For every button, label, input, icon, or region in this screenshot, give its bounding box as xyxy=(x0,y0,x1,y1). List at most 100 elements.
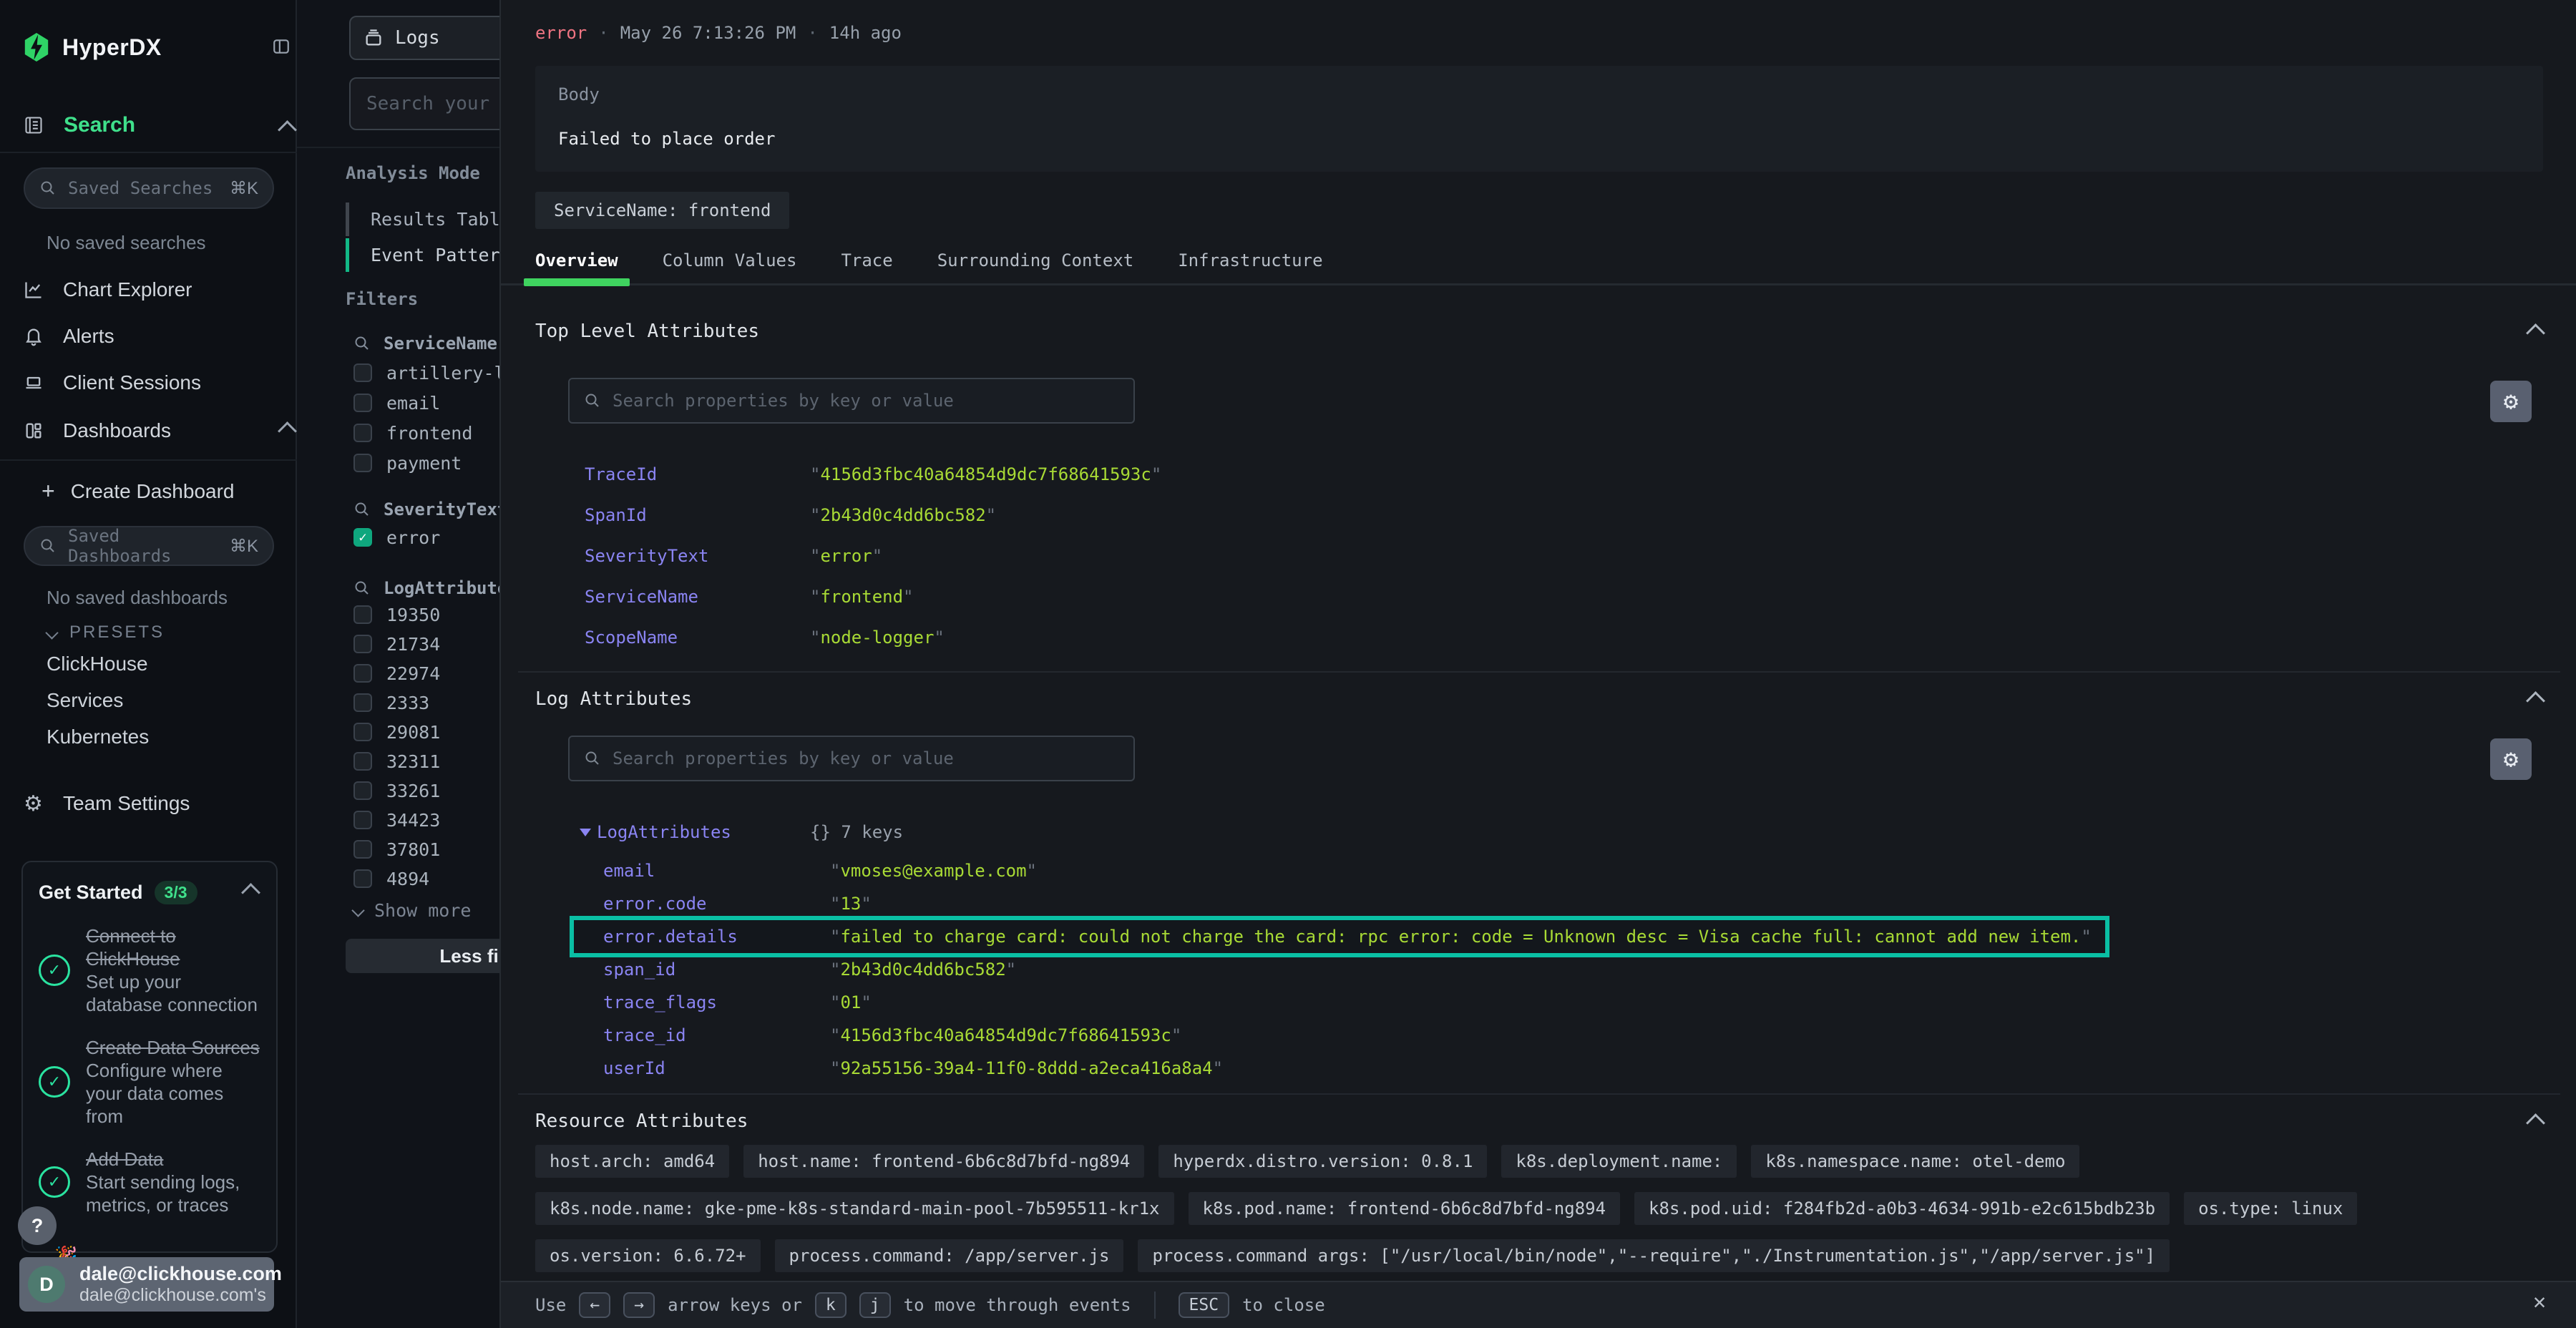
checkbox[interactable] xyxy=(353,811,372,829)
checkbox[interactable] xyxy=(353,528,372,547)
attribute-key[interactable]: ServiceName xyxy=(585,587,810,607)
attribute-key[interactable]: SpanId xyxy=(585,505,810,525)
checkbox[interactable] xyxy=(353,693,372,712)
event-search-input[interactable]: Search your ev xyxy=(349,77,499,130)
checkbox[interactable] xyxy=(353,363,372,382)
attribute-key[interactable]: userId xyxy=(603,1058,830,1078)
sidebar-item-alerts[interactable]: Alerts xyxy=(0,321,297,351)
log-attributes-root-row[interactable]: LogAttributes {} 7 keys xyxy=(580,821,731,843)
get-started-item[interactable]: ✓ Create Data Sources Configure where yo… xyxy=(39,1036,262,1128)
filter-option[interactable]: error xyxy=(353,527,440,548)
settings-gear-button[interactable]: ⚙ xyxy=(2490,738,2532,780)
tab[interactable]: Column Values xyxy=(663,250,797,283)
get-started-item[interactable]: ✓ Add Data Start sending logs, metrics, … xyxy=(39,1148,262,1216)
filter-option[interactable]: 4894 xyxy=(353,868,440,889)
checkbox[interactable] xyxy=(353,394,372,412)
analysis-mode-option[interactable]: Results Table xyxy=(346,202,499,236)
preset-item[interactable]: Kubernetes xyxy=(47,726,149,748)
analysis-mode-option[interactable]: Event Patterns xyxy=(346,238,499,272)
checkbox[interactable] xyxy=(353,869,372,888)
less-filters-button[interactable]: Less filters xyxy=(346,939,499,973)
filter-group-servicename[interactable]: ServiceName xyxy=(353,333,497,353)
show-more-button[interactable]: Show more xyxy=(353,900,471,921)
attribute-value[interactable]: error xyxy=(810,546,882,566)
checkbox[interactable] xyxy=(353,605,372,624)
close-icon[interactable]: ✕ xyxy=(2533,1289,2546,1314)
checkbox[interactable] xyxy=(353,454,372,472)
checkbox[interactable] xyxy=(353,752,372,771)
attribute-key[interactable]: SeverityText xyxy=(585,546,810,566)
filter-option[interactable]: 21734 xyxy=(353,633,440,655)
attribute-value[interactable]: 2b43d0c4dd6bc582 xyxy=(810,505,996,525)
sidebar-collapse-icon[interactable] xyxy=(272,37,291,56)
preset-item[interactable]: ClickHouse xyxy=(47,653,149,675)
attribute-key[interactable]: ScopeName xyxy=(585,628,810,648)
filter-option[interactable]: 29081 xyxy=(353,721,440,743)
create-dashboard-button[interactable]: + Create Dashboard xyxy=(42,478,235,504)
saved-searches-input[interactable]: Saved Searches ⌘K xyxy=(24,167,274,209)
filter-option[interactable]: 19350 xyxy=(353,604,440,625)
section-collapse-chevron-icon[interactable] xyxy=(2526,691,2545,711)
get-started-collapse-chevron-icon[interactable] xyxy=(241,883,260,902)
checkbox[interactable] xyxy=(353,723,372,741)
preset-item[interactable]: Services xyxy=(47,689,149,712)
attribute-value[interactable]: 01 xyxy=(830,992,872,1012)
filter-option[interactable]: 33261 xyxy=(353,780,440,801)
attribute-key[interactable]: error.code xyxy=(603,894,830,914)
attribute-key[interactable]: trace_id xyxy=(603,1025,830,1045)
sidebar-item-team-settings[interactable]: ⚙ Team Settings xyxy=(0,788,297,819)
attribute-value[interactable]: frontend xyxy=(810,587,914,607)
filter-option[interactable]: email xyxy=(353,392,499,414)
attribute-key[interactable]: trace_flags xyxy=(603,992,830,1012)
filter-group-severitytext[interactable]: SeverityText xyxy=(353,499,499,519)
checkbox[interactable] xyxy=(353,635,372,653)
sidebar-item-client-sessions[interactable]: Client Sessions xyxy=(0,368,297,398)
tab[interactable]: Overview xyxy=(535,250,618,283)
checkbox[interactable] xyxy=(353,424,372,442)
get-started-item[interactable]: ✓ Connect to ClickHouse Set up your data… xyxy=(39,924,262,1016)
tab[interactable]: Trace xyxy=(841,250,892,283)
search-collapse-chevron-icon[interactable] xyxy=(278,120,297,140)
saved-dashboards-input[interactable]: Saved Dashboards ⌘K xyxy=(24,526,274,566)
attribute-value[interactable]: node-logger xyxy=(810,628,945,648)
attribute-value[interactable]: vmoses@example.com xyxy=(830,861,1037,881)
log-attributes-search-input[interactable]: Search properties by key or value xyxy=(568,736,1135,781)
sidebar-item-chart-explorer[interactable]: Chart Explorer xyxy=(0,275,297,305)
settings-gear-button[interactable]: ⚙ xyxy=(2490,381,2532,422)
help-button[interactable]: ? xyxy=(18,1206,57,1245)
service-name-tag[interactable]: ServiceName: frontend xyxy=(535,192,789,229)
attribute-value[interactable]: failed to charge card: could not charge … xyxy=(830,927,2092,947)
attribute-key[interactable]: error.details xyxy=(603,927,830,947)
filter-option[interactable]: 2333 xyxy=(353,692,440,713)
tab[interactable]: Surrounding Context xyxy=(937,250,1134,283)
top-level-search-input[interactable]: Search properties by key or value xyxy=(568,378,1135,424)
filter-option[interactable]: 32311 xyxy=(353,751,440,772)
attribute-key[interactable]: TraceId xyxy=(585,464,810,484)
filter-option[interactable]: 34423 xyxy=(353,809,440,831)
attribute-value[interactable]: 13 xyxy=(830,894,872,914)
checkbox[interactable] xyxy=(353,840,372,859)
filter-option[interactable]: frontend xyxy=(353,422,499,444)
source-select-button[interactable]: Logs xyxy=(349,16,499,60)
attribute-value[interactable]: 4156d3fbc40a64854d9dc7f68641593c xyxy=(830,1025,1181,1045)
presets-toggle[interactable]: PRESETS xyxy=(47,622,165,643)
filter-option[interactable]: payment xyxy=(353,452,499,474)
section-collapse-chevron-icon[interactable] xyxy=(2526,323,2545,343)
dashboards-collapse-chevron-icon[interactable] xyxy=(278,421,297,441)
filter-option[interactable]: 37801 xyxy=(353,839,440,860)
sidebar-item-dashboards[interactable]: Dashboards xyxy=(0,416,297,446)
attribute-value[interactable]: 92a55156-39a4-11f0-8ddd-a2eca416a8a4 xyxy=(830,1058,1223,1078)
checkbox[interactable] xyxy=(353,781,372,800)
user-account-button[interactable]: D dale@clickhouse.com dale@clickhouse.co… xyxy=(19,1257,274,1312)
section-collapse-chevron-icon[interactable] xyxy=(2526,1113,2545,1133)
attribute-key[interactable]: email xyxy=(603,861,830,881)
checkbox[interactable] xyxy=(353,664,372,683)
tab[interactable]: Infrastructure xyxy=(1178,250,1322,283)
filter-option[interactable]: 22974 xyxy=(353,663,440,684)
attribute-value[interactable]: 4156d3fbc40a64854d9dc7f68641593c xyxy=(810,464,1161,484)
filter-group-logattributes[interactable]: LogAttributes xyxy=(353,578,499,598)
sidebar-item-search[interactable]: Search xyxy=(24,113,135,137)
attribute-value[interactable]: 2b43d0c4dd6bc582 xyxy=(830,960,1016,980)
filter-option[interactable]: artillery-loa xyxy=(353,362,499,384)
attribute-key[interactable]: span_id xyxy=(603,960,830,980)
